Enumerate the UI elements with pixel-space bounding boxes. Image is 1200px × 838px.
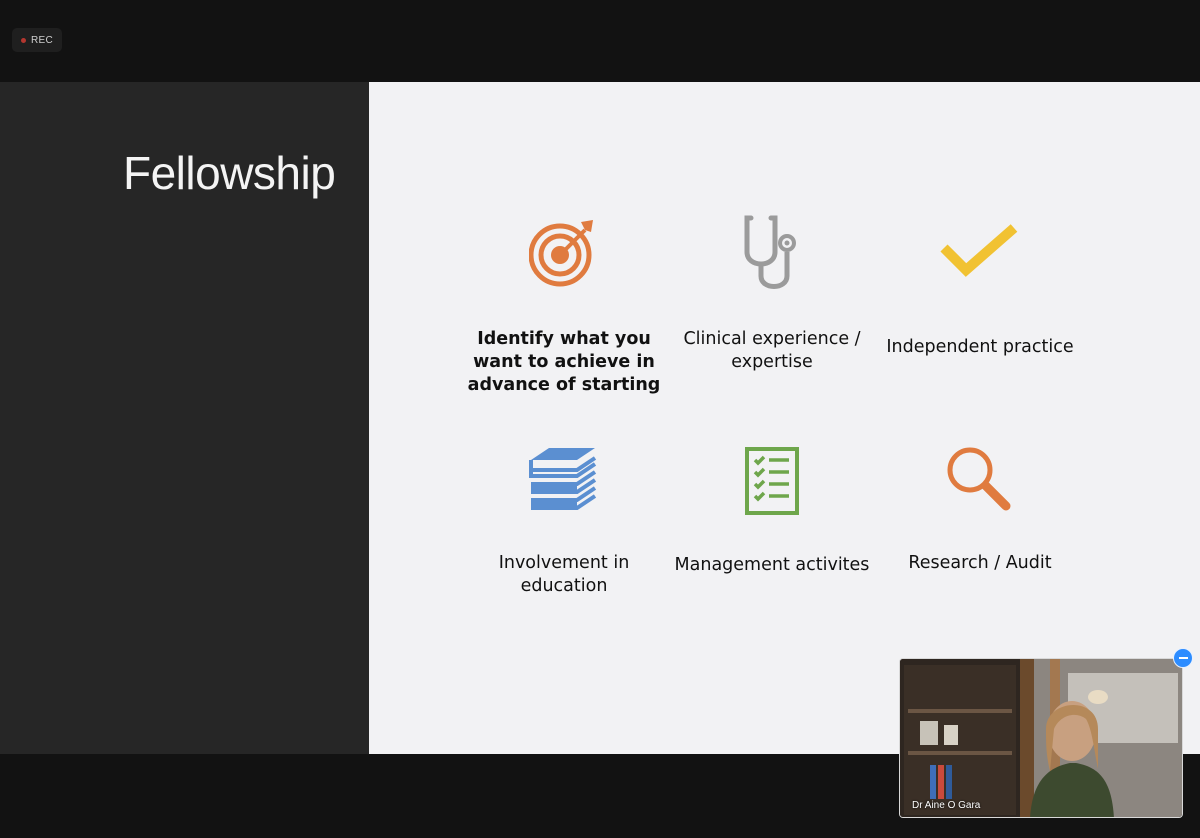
shared-slide: Fellowship Identify what you want to ach… xyxy=(0,82,1200,754)
slide-content-panel: Identify what you want to achieve in adv… xyxy=(369,82,1200,754)
target-icon xyxy=(529,220,593,287)
slide-item-clinical: Clinical experience / expertise xyxy=(672,214,872,374)
slide-title: Fellowship xyxy=(123,147,336,199)
minus-icon xyxy=(1178,657,1188,659)
slide-item-research: Research / Audit xyxy=(880,444,1080,575)
participant-video[interactable]: Dr Aine O Gara xyxy=(899,658,1183,818)
slide-item-label: Management activites xyxy=(674,555,870,575)
slide-item-label: Clinical experience / expertise xyxy=(683,329,861,372)
video-frame xyxy=(900,659,1182,817)
minimize-video-button[interactable] xyxy=(1173,648,1193,668)
slide-item-label: Research / Audit xyxy=(908,553,1052,573)
recording-label: REC xyxy=(30,34,53,46)
slide-title-panel: Fellowship xyxy=(0,82,369,754)
slide-item-label: Independent practice xyxy=(886,337,1074,357)
checklist-icon xyxy=(745,447,799,515)
meeting-top-bar: REC xyxy=(0,0,1200,82)
recording-dot-icon xyxy=(20,37,26,43)
slide-item-label: Identify what you want to achieve in adv… xyxy=(467,329,661,395)
slide-item-goals: Identify what you want to achieve in adv… xyxy=(464,218,664,397)
participant-name: Dr Aine O Gara xyxy=(912,800,981,811)
stethoscope-icon xyxy=(744,215,796,289)
slide-item-education: Involvement in education xyxy=(464,444,664,598)
checkmark-icon xyxy=(940,224,1018,277)
slide-item-management: Management activites xyxy=(672,446,872,577)
recording-indicator[interactable]: REC xyxy=(12,28,62,52)
slide-item-independent: Independent practice xyxy=(880,222,1080,359)
magnifier-icon xyxy=(947,447,1011,511)
books-icon xyxy=(529,448,597,510)
slide-item-label: Involvement in education xyxy=(498,553,630,596)
